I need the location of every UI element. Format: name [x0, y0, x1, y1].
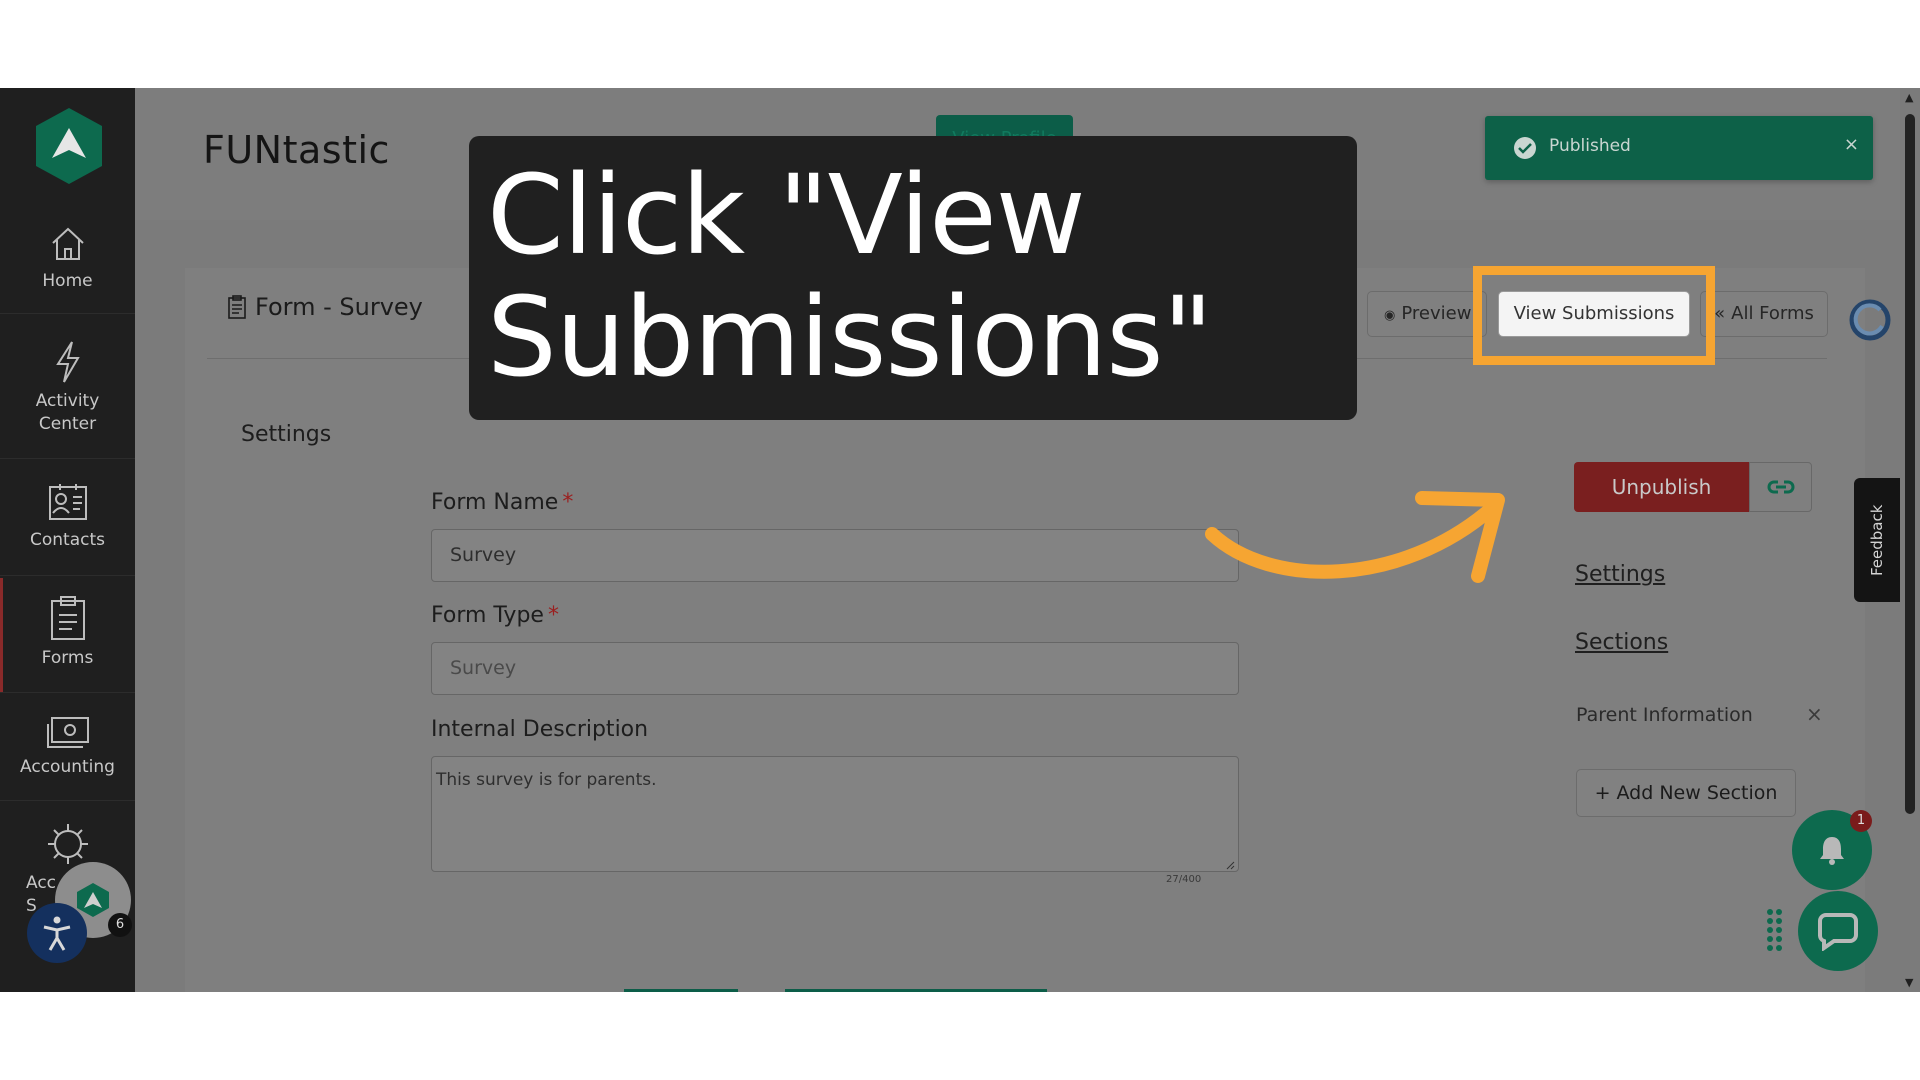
- toast-message: Published: [1549, 136, 1631, 156]
- pointer-arrow-icon: [1205, 491, 1505, 583]
- sidebar-item-home[interactable]: Home: [0, 224, 135, 293]
- all-forms-label: All Forms: [1731, 303, 1814, 324]
- chat-button[interactable]: [1798, 891, 1878, 971]
- form-title: Form - Survey: [227, 293, 423, 321]
- form-type-label: Form Type *: [431, 603, 559, 628]
- brand-logo-icon[interactable]: [34, 106, 104, 186]
- sidebar-item-label: Activity Center: [35, 391, 100, 434]
- sidebar-item-label: Accounting: [20, 757, 115, 777]
- gear-icon: [47, 824, 88, 864]
- contacts-icon: [48, 484, 87, 520]
- sidebar-item-label: Home: [42, 271, 93, 291]
- scrollbar[interactable]: ▲ ▼: [1900, 88, 1920, 992]
- settings-heading: Settings: [241, 422, 332, 447]
- all-forms-button[interactable]: «All Forms: [1700, 291, 1828, 337]
- loading-spinner-icon: [1849, 299, 1891, 341]
- sidebar-item-forms[interactable]: Forms: [0, 595, 135, 670]
- form-name-input[interactable]: Survey: [431, 529, 1239, 582]
- unpublish-button[interactable]: Unpublish: [1574, 462, 1749, 512]
- internal-description-label: Internal Description: [431, 717, 649, 742]
- preview-button[interactable]: ◉ Preview: [1367, 291, 1487, 337]
- drag-handle-icon[interactable]: [1766, 908, 1784, 952]
- sidebar-divider: [0, 800, 135, 801]
- required-marker: *: [562, 490, 574, 515]
- add-new-section-button[interactable]: + Add New Section: [1576, 769, 1796, 817]
- check-circle-icon: [1514, 137, 1536, 159]
- remove-section-button[interactable]: ×: [1806, 702, 1823, 726]
- lightning-icon: [55, 341, 80, 383]
- scrollbar-thumb[interactable]: [1905, 114, 1915, 814]
- form-name-label-text: Form Name: [431, 490, 559, 515]
- resize-handle-icon[interactable]: [1225, 860, 1235, 870]
- sidebar-divider: [0, 575, 135, 576]
- settings-link[interactable]: Settings: [1575, 562, 1665, 587]
- feedback-tab[interactable]: Feedback: [1854, 478, 1900, 602]
- sidebar-item-label: Forms: [41, 648, 94, 668]
- section-item[interactable]: Parent Information: [1576, 704, 1753, 726]
- chevron-left-icon: «: [1714, 303, 1726, 324]
- sidebar-item-label: Contacts: [30, 530, 105, 550]
- clipboard-icon: [228, 295, 246, 319]
- bottom-bar: [624, 989, 738, 992]
- accessibility-icon: [43, 916, 71, 951]
- sidebar-divider: [0, 313, 135, 314]
- scroll-down-icon[interactable]: ▼: [1905, 976, 1913, 989]
- form-title-text: Form - Survey: [255, 293, 423, 321]
- eye-icon: ◉: [1384, 308, 1396, 323]
- bell-icon: [1820, 837, 1844, 865]
- clipboard-icon: [50, 596, 85, 640]
- cash-icon: [46, 717, 89, 748]
- form-name-label: Form Name *: [431, 490, 573, 515]
- sidebar: Home Activity Center Contacts Forms Acco…: [0, 88, 135, 992]
- sidebar-item-contacts[interactable]: Contacts: [0, 481, 135, 552]
- sections-link[interactable]: Sections: [1575, 630, 1668, 655]
- copy-link-button[interactable]: [1749, 462, 1812, 512]
- form-type-label-text: Form Type: [431, 603, 544, 628]
- chat-bubble-icon: [1818, 913, 1858, 951]
- app-window: Home Activity Center Contacts Forms Acco…: [0, 88, 1920, 992]
- instruction-text: Click "View Submissions": [487, 151, 1213, 401]
- required-marker: *: [547, 603, 559, 628]
- app-title: FUNtastic: [203, 128, 390, 172]
- sidebar-divider: [0, 458, 135, 459]
- character-count: 27/400: [1166, 874, 1202, 885]
- brand-logo-icon: [77, 883, 109, 917]
- internal-description-textarea[interactable]: This survey is for parents.: [431, 756, 1239, 872]
- avatar-count-badge: 6: [108, 913, 132, 937]
- feedback-label: Feedback: [1868, 504, 1886, 576]
- published-toast: Published ×: [1485, 116, 1873, 180]
- toast-close-button[interactable]: ×: [1844, 134, 1859, 155]
- form-type-select[interactable]: Survey: [431, 642, 1239, 695]
- link-icon: [1767, 480, 1795, 494]
- home-icon: [51, 227, 84, 260]
- bottom-bar: [785, 989, 1047, 992]
- sidebar-divider: [0, 692, 135, 693]
- sidebar-item-activity-center[interactable]: Activity Center: [0, 340, 135, 436]
- highlight-frame: [1473, 266, 1715, 365]
- instruction-callout: Click "View Submissions": [469, 136, 1357, 420]
- preview-label: Preview: [1401, 303, 1472, 324]
- scroll-up-icon[interactable]: ▲: [1905, 91, 1913, 104]
- notification-count-badge: 1: [1850, 810, 1872, 832]
- sidebar-item-accounting[interactable]: Accounting: [0, 716, 135, 779]
- accessibility-button[interactable]: [27, 903, 87, 963]
